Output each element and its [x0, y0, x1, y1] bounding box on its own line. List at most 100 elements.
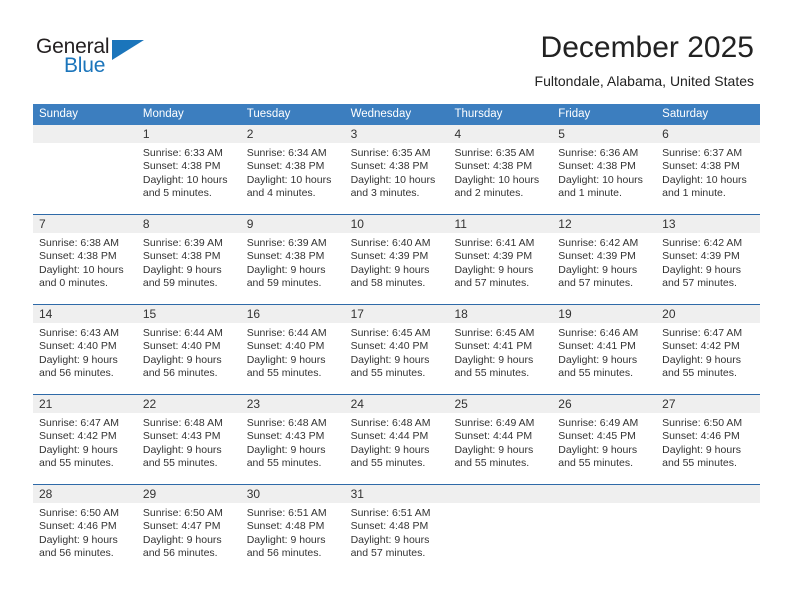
calendar-day-cell[interactable]: 28 Sunrise: 6:50 AM Sunset: 4:46 PM Dayligh…	[33, 485, 137, 574]
sunrise-text: Sunrise: 6:36 AM	[558, 147, 639, 159]
daylight-text-line1: Daylight: 10 hours	[142, 173, 228, 186]
calendar-day-cell[interactable]: 22 Sunrise: 6:48 AM Sunset: 4:43 PM Dayligh…	[136, 395, 241, 484]
day-number: 21	[39, 397, 53, 411]
column-header-wednesday: Wednesday	[350, 108, 412, 120]
daylight-text-line2: and 56 minutes.	[142, 547, 218, 560]
daylight-text-line2: and 55 minutes.	[558, 457, 634, 470]
column-header-thursday: Thursday	[454, 108, 503, 120]
daylight-text-line2: and 0 minutes.	[39, 277, 108, 290]
calendar-day-cell[interactable]: 21 Sunrise: 6:47 AM Sunset: 4:42 PM Dayligh…	[33, 395, 137, 484]
calendar-week-row: 14 Sunrise: 6:43 AM Sunset: 4:40 PM Dayligh…	[33, 304, 761, 394]
calendar-day-cell[interactable]: 30 Sunrise: 6:51 AM Sunset: 4:48 PM Dayligh…	[240, 485, 345, 574]
calendar-day-cell[interactable]: 9 Sunrise: 6:39 AM Sunset: 4:38 PM Daylight…	[240, 215, 345, 304]
sunset-text: Sunset: 4:44 PM	[454, 430, 533, 443]
calendar-day-cell[interactable]: 6 Sunrise: 6:37 AM Sunset: 4:38 PM Daylight…	[656, 125, 761, 214]
calendar-week-row: 1 Sunrise: 6:33 AM Sunset: 4:38 PM Daylight…	[33, 125, 761, 214]
general-blue-logo[interactable]: General Blue	[36, 36, 166, 84]
sunrise-text: Sunrise: 6:48 AM	[246, 417, 327, 429]
daylight-text-line2: and 3 minutes.	[350, 187, 420, 200]
page-title: December 2025	[540, 31, 754, 64]
calendar-day-cell[interactable]: 11 Sunrise: 6:41 AM Sunset: 4:39 PM Dayligh…	[448, 215, 553, 304]
sunrise-text: Sunrise: 6:42 AM	[662, 237, 743, 249]
calendar-day-cell[interactable]: 27 Sunrise: 6:50 AM Sunset: 4:46 PM Dayligh…	[656, 395, 761, 484]
calendar-day-cell[interactable]: 25 Sunrise: 6:49 AM Sunset: 4:44 PM Dayligh…	[448, 395, 553, 484]
sunset-text: Sunset: 4:40 PM	[350, 340, 429, 353]
calendar-day-cell[interactable]: 26 Sunrise: 6:49 AM Sunset: 4:45 PM Dayligh…	[552, 395, 657, 484]
day-number: 9	[246, 217, 254, 231]
day-number	[552, 485, 656, 503]
daylight-text-line1: Daylight: 9 hours	[142, 353, 222, 366]
daylight-text-line2: and 55 minutes.	[662, 457, 737, 470]
calendar-day-cell[interactable]: 31 Sunrise: 6:51 AM Sunset: 4:48 PM Dayligh…	[344, 485, 449, 574]
day-sun-info: Sunrise: 6:37 AM Sunset: 4:38 PM Daylight:…	[656, 143, 760, 201]
calendar-day-cell[interactable]: 2 Sunrise: 6:34 AM Sunset: 4:38 PM Daylight…	[240, 125, 345, 214]
daylight-text-line2: and 55 minutes.	[39, 457, 114, 470]
sunset-text: Sunset: 4:39 PM	[662, 250, 740, 263]
calendar-day-cell[interactable]: 24 Sunrise: 6:48 AM Sunset: 4:44 PM Dayligh…	[344, 395, 449, 484]
daylight-text-line2: and 55 minutes.	[142, 457, 218, 470]
calendar-day-cell[interactable]: 3 Sunrise: 6:35 AM Sunset: 4:38 PM Daylight…	[344, 125, 449, 214]
calendar-day-cell[interactable]: 13 Sunrise: 6:42 AM Sunset: 4:39 PM Dayligh…	[656, 215, 761, 304]
day-sun-info: Sunrise: 6:51 AM Sunset: 4:48 PM Daylight:…	[241, 503, 345, 561]
daylight-text-line1: Daylight: 9 hours	[454, 263, 534, 276]
calendar-day-cell[interactable]: 7 Sunrise: 6:38 AM Sunset: 4:38 PM Daylight…	[33, 215, 137, 304]
calendar-day-cell[interactable]: 23 Sunrise: 6:48 AM Sunset: 4:43 PM Dayligh…	[240, 395, 345, 484]
day-number: 30	[246, 487, 261, 501]
calendar-week-row: 28 Sunrise: 6:50 AM Sunset: 4:46 PM Dayligh…	[33, 484, 761, 574]
sunrise-text: Sunrise: 6:37 AM	[662, 147, 743, 159]
sunrise-text: Sunrise: 6:51 AM	[350, 507, 431, 519]
day-sun-info: Sunrise: 6:48 AM Sunset: 4:43 PM Daylight:…	[137, 413, 241, 471]
daylight-text-line1: Daylight: 9 hours	[142, 443, 222, 456]
day-number	[448, 485, 552, 503]
daylight-text-line1: Daylight: 9 hours	[39, 443, 118, 456]
column-header-friday: Friday	[558, 108, 591, 120]
daylight-text-line2: and 57 minutes.	[350, 547, 426, 560]
calendar-day-cell-empty	[33, 125, 137, 214]
calendar-day-cell[interactable]: 17 Sunrise: 6:45 AM Sunset: 4:40 PM Dayligh…	[344, 305, 449, 394]
sunset-text: Sunset: 4:39 PM	[350, 250, 429, 263]
calendar-day-cell[interactable]: 4 Sunrise: 6:35 AM Sunset: 4:38 PM Daylight…	[448, 125, 553, 214]
calendar-day-cell-empty	[656, 485, 761, 574]
sunset-text: Sunset: 4:40 PM	[246, 340, 325, 353]
daylight-text-line2: and 5 minutes.	[142, 187, 212, 200]
daylight-text-line2: and 59 minutes.	[246, 277, 322, 290]
daylight-text-line2: and 56 minutes.	[246, 547, 322, 560]
daylight-text-line1: Daylight: 10 hours	[39, 263, 124, 276]
calendar-day-cell[interactable]: 20 Sunrise: 6:47 AM Sunset: 4:42 PM Dayligh…	[656, 305, 761, 394]
sunset-text: Sunset: 4:48 PM	[350, 520, 429, 533]
day-number: 27	[662, 397, 676, 411]
day-sun-info: Sunrise: 6:50 AM Sunset: 4:46 PM Daylight:…	[33, 503, 137, 561]
day-sun-info: Sunrise: 6:48 AM Sunset: 4:44 PM Daylight:…	[345, 413, 449, 471]
daylight-text-line2: and 58 minutes.	[350, 277, 426, 290]
calendar-week-cells: 28 Sunrise: 6:50 AM Sunset: 4:46 PM Dayligh…	[33, 485, 761, 574]
calendar-day-cell[interactable]: 1 Sunrise: 6:33 AM Sunset: 4:38 PM Daylight…	[136, 125, 241, 214]
day-number: 11	[454, 217, 467, 231]
day-sun-info: Sunrise: 6:42 AM Sunset: 4:39 PM Daylight:…	[552, 233, 656, 291]
calendar-day-cell[interactable]: 14 Sunrise: 6:43 AM Sunset: 4:40 PM Dayligh…	[33, 305, 137, 394]
daylight-text-line1: Daylight: 9 hours	[558, 263, 638, 276]
calendar-day-cell[interactable]: 18 Sunrise: 6:45 AM Sunset: 4:41 PM Dayligh…	[448, 305, 553, 394]
calendar-day-cell[interactable]: 19 Sunrise: 6:46 AM Sunset: 4:41 PM Dayligh…	[552, 305, 657, 394]
calendar-day-cell[interactable]: 5 Sunrise: 6:36 AM Sunset: 4:38 PM Daylight…	[552, 125, 657, 214]
sunset-text: Sunset: 4:38 PM	[246, 250, 325, 263]
sunrise-text: Sunrise: 6:39 AM	[142, 237, 223, 249]
daylight-text-line1: Daylight: 10 hours	[350, 173, 436, 186]
calendar-day-cell[interactable]: 12 Sunrise: 6:42 AM Sunset: 4:39 PM Dayligh…	[552, 215, 657, 304]
day-sun-info: Sunrise: 6:40 AM Sunset: 4:39 PM Daylight:…	[345, 233, 449, 291]
sunrise-text: Sunrise: 6:49 AM	[454, 417, 535, 429]
daylight-text-line1: Daylight: 9 hours	[142, 533, 222, 546]
sunrise-text: Sunrise: 6:48 AM	[350, 417, 431, 429]
sunset-text: Sunset: 4:38 PM	[142, 160, 221, 173]
day-number: 8	[142, 217, 150, 231]
daylight-text-line1: Daylight: 9 hours	[558, 443, 638, 456]
daylight-text-line2: and 56 minutes.	[39, 367, 114, 380]
calendar-day-cell[interactable]: 29 Sunrise: 6:50 AM Sunset: 4:47 PM Dayligh…	[136, 485, 241, 574]
sunset-text: Sunset: 4:46 PM	[39, 520, 117, 533]
calendar-day-cell[interactable]: 16 Sunrise: 6:44 AM Sunset: 4:40 PM Dayligh…	[240, 305, 345, 394]
calendar-day-cell[interactable]: 10 Sunrise: 6:40 AM Sunset: 4:39 PM Dayligh…	[344, 215, 449, 304]
calendar-day-cell[interactable]: 8 Sunrise: 6:39 AM Sunset: 4:38 PM Daylight…	[136, 215, 241, 304]
daylight-text-line1: Daylight: 9 hours	[350, 533, 430, 546]
calendar-day-cell[interactable]: 15 Sunrise: 6:44 AM Sunset: 4:40 PM Dayligh…	[136, 305, 241, 394]
day-number: 3	[350, 127, 358, 141]
daylight-text-line2: and 4 minutes.	[246, 187, 316, 200]
